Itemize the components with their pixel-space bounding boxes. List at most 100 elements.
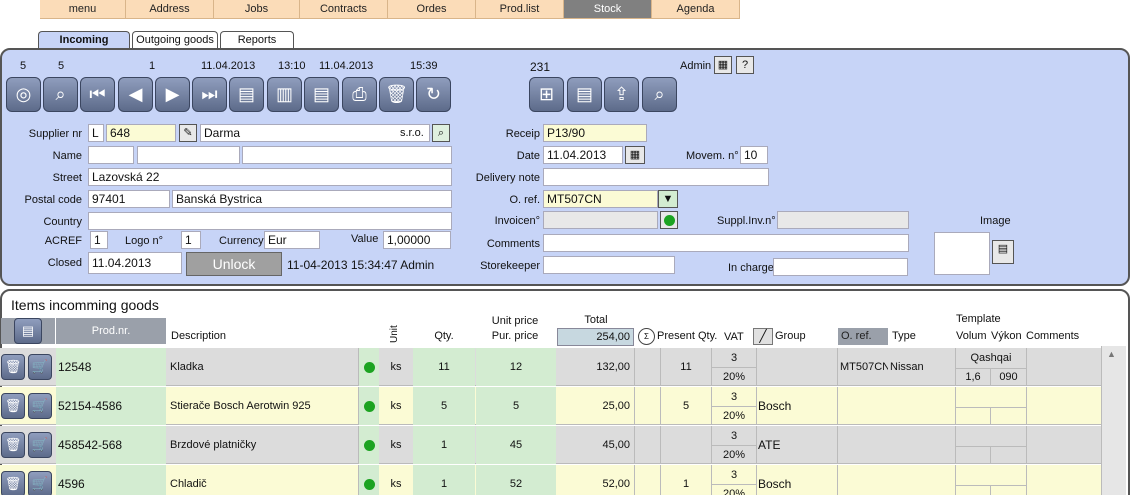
cell-comments[interactable] [1027,348,1101,386]
cell-unit[interactable]: ks [380,465,412,495]
cell-present-qty[interactable]: 5 [661,387,711,425]
menu-item-stock[interactable]: Stock [564,0,652,19]
menu-item-contracts[interactable]: Contracts [300,0,388,19]
first-icon[interactable]: ⏮ [80,77,115,112]
cart-icon[interactable]: 🛒 [28,393,52,419]
cart-icon[interactable]: 🛒 [28,471,52,495]
edit-supplier-icon[interactable]: ✎ [179,124,197,142]
cell-qty[interactable]: 1 [413,426,475,464]
supplier-name-field[interactable]: Darma [200,124,430,142]
cell-template-vykon[interactable]: 090 [990,368,1026,385]
calendar-icon[interactable]: ▦ [625,146,645,164]
oref-dropdown-icon[interactable]: ▼ [658,190,678,208]
document-icon[interactable]: ▥ [267,77,302,112]
table-row[interactable]: 🗑 🛒 52154-4586 Stierače Bosch Aerotwin 9… [0,387,1101,425]
export-icon[interactable]: ⇪ [604,77,639,112]
cell-type[interactable] [890,387,952,425]
documents-icon[interactable]: ▤ [567,77,602,112]
comments-field[interactable] [543,234,909,252]
cell-prodnr[interactable]: 52154-4586 [56,387,166,425]
country-field[interactable] [88,212,452,230]
cell-present-qty[interactable]: 1 [661,465,711,495]
print-icon[interactable]: ⎙ [342,77,377,112]
cell-price[interactable]: 12 [476,348,556,386]
cell-vat-code[interactable]: 3 [712,389,756,405]
cell-template-volum[interactable] [956,407,990,424]
menu-item-ordes[interactable]: Ordes [388,0,476,19]
cell-unit[interactable]: ks [380,426,412,464]
value-field[interactable]: 1,00000 [383,231,451,249]
cell-description[interactable]: Brzdové platničky [170,426,358,464]
prev-icon[interactable]: ◀ [118,77,153,112]
logo-field[interactable]: 1 [181,231,201,249]
cell-template-name[interactable]: Qashqai [956,352,1026,364]
cell-unit[interactable]: ks [380,387,412,425]
cell-oref[interactable] [838,387,888,425]
supplier-nr-field[interactable]: 648 [106,124,176,142]
globe-search-icon[interactable]: ◎ [6,77,41,112]
cell-prodnr[interactable]: 4596 [56,465,166,495]
cell-group[interactable] [757,348,837,386]
cell-comments[interactable] [1027,465,1101,495]
help-icon[interactable]: ? [736,56,754,74]
cell-template-volum[interactable] [956,485,990,495]
cart-icon[interactable]: 🛒 [28,432,52,458]
refresh-icon[interactable]: ↻ [416,77,451,112]
cell-comments[interactable] [1027,387,1101,425]
delete-icon[interactable]: 🗑 [379,77,414,112]
cell-prodnr[interactable]: 12548 [56,348,166,386]
cell-oref[interactable] [838,426,888,464]
image-box[interactable] [934,232,990,275]
menu-item-agenda[interactable]: Agenda [652,0,740,19]
storekeeper-field[interactable] [543,256,675,274]
delivery-note-field[interactable] [543,168,769,186]
last-icon[interactable]: ⏭ [192,77,227,112]
cell-template-volum[interactable] [956,446,990,463]
delete-row-icon[interactable]: 🗑 [1,393,25,419]
cell-oref[interactable]: MT507CN [838,348,888,386]
cell-group[interactable]: ATE [757,426,837,464]
postal-code-field[interactable]: 97401 [88,190,170,208]
cell-vat[interactable]: 20% [712,445,756,463]
closed-date-field[interactable]: 11.04.2013 [88,252,182,274]
header-oref[interactable]: O. ref. [838,328,888,345]
menu-item-prodlist[interactable]: Prod.list [476,0,564,19]
cell-vat-code[interactable]: 3 [712,428,756,444]
in-charge-field[interactable] [773,258,908,276]
cell-qty[interactable]: 1 [413,465,475,495]
calculator-icon[interactable]: ▦ [714,56,732,74]
cell-template-volum[interactable]: 1,6 [956,368,990,385]
cell-price[interactable]: 52 [476,465,556,495]
acref-field[interactable]: 1 [90,231,108,249]
cell-description[interactable]: Chladič [170,465,358,495]
group-edit-icon[interactable]: ╱ [753,328,773,345]
supplier-type-field[interactable]: L [88,124,104,142]
cell-comments[interactable] [1027,426,1101,464]
suppl-inv-field[interactable] [777,211,909,229]
cell-qty[interactable]: 5 [413,387,475,425]
movem-field[interactable]: 10 [740,146,768,164]
header-prodnr[interactable]: Prod.nr. [56,318,166,344]
cell-group[interactable]: Bosch [757,465,837,495]
table-row[interactable]: 🗑 🛒 458542-568 Brzdové platničky ks 1 45… [0,426,1101,464]
invoicen-field[interactable] [543,211,658,229]
table-row[interactable]: 🗑 🛒 12548 Kladka ks 11 12 132,00 11 3 20… [0,348,1101,386]
cell-group[interactable]: Bosch [757,387,837,425]
delete-row-icon[interactable]: 🗑 [1,471,25,495]
cell-description[interactable]: Stierače Bosch Aerotwin 925 [170,387,358,425]
sum-icon[interactable]: Σ [638,328,655,345]
cell-present-qty[interactable]: 11 [661,348,711,386]
cell-unit[interactable]: ks [380,348,412,386]
cell-prodnr[interactable]: 458542-568 [56,426,166,464]
delete-row-icon[interactable]: 🗑 [1,354,25,380]
invoice-status-icon[interactable] [660,211,678,229]
cell-price[interactable]: 45 [476,426,556,464]
supplier-search-icon[interactable]: ⌕ [432,124,450,142]
scroll-up-icon[interactable]: ▲ [1107,349,1116,359]
date-field[interactable]: 11.04.2013 [543,146,623,164]
items-scrollbar[interactable]: ▲ [1101,346,1126,495]
name-field-2[interactable] [137,146,240,164]
unlock-button[interactable]: Unlock [186,252,282,276]
add-item-icon[interactable]: ▤ [14,318,42,344]
cell-template-vykon[interactable] [990,446,1026,463]
